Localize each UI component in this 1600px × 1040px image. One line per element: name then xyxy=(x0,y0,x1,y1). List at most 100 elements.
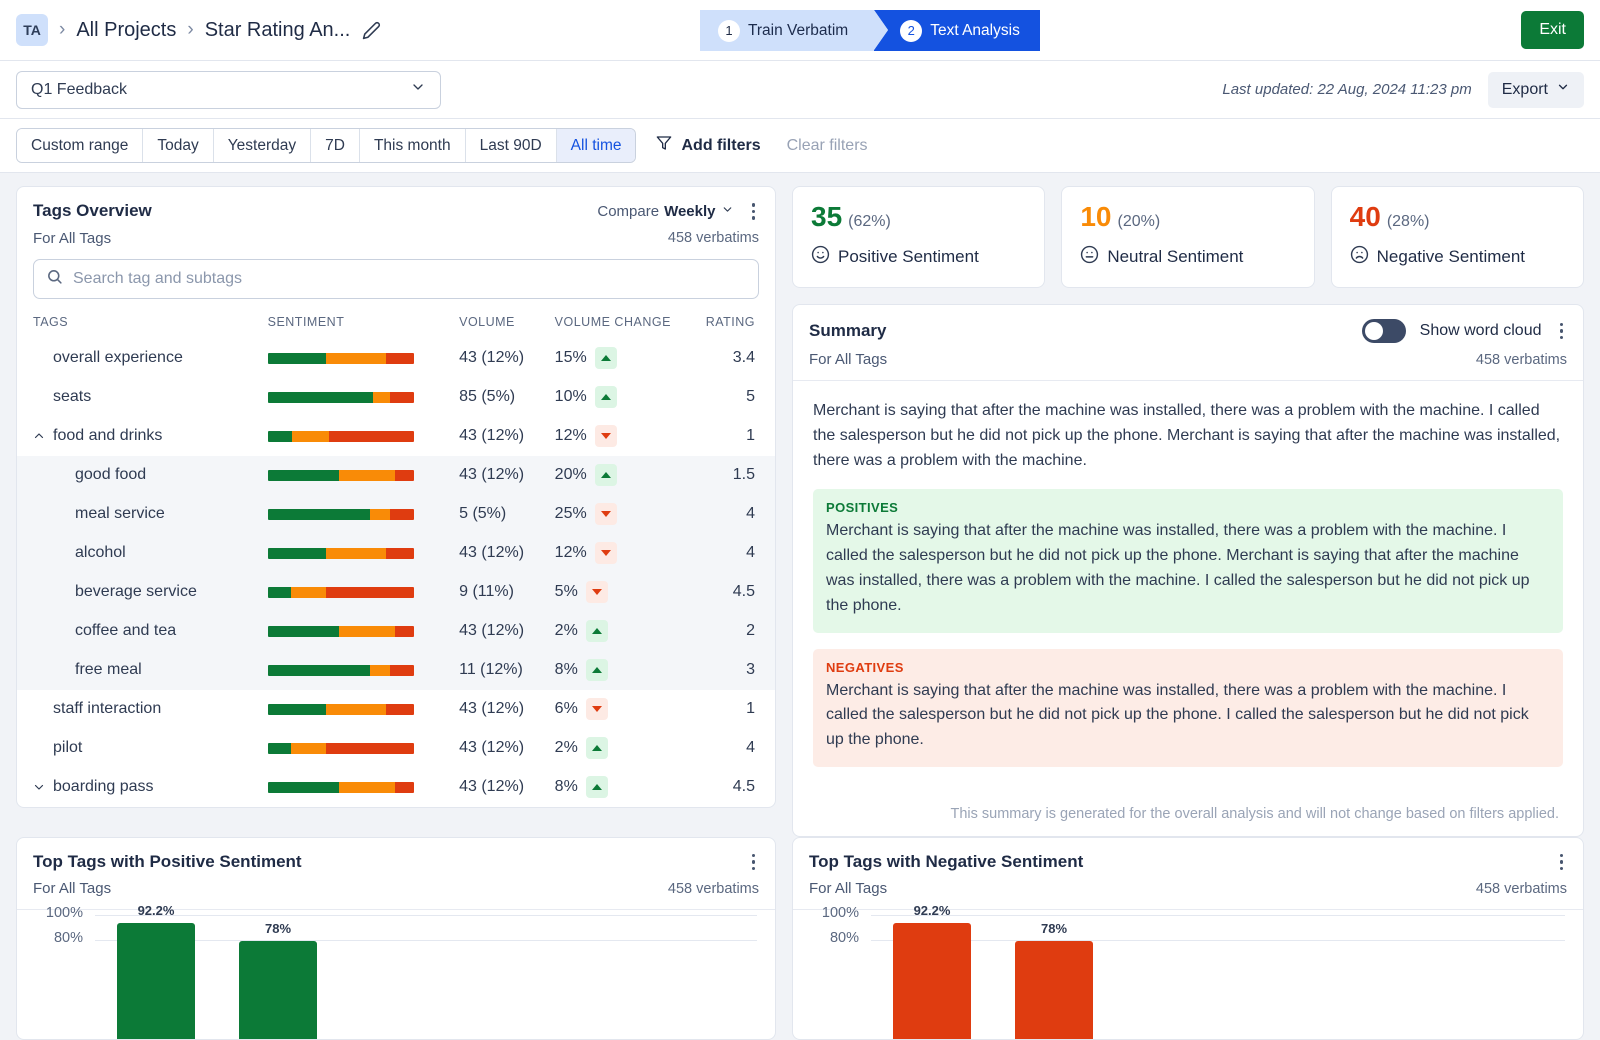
volume-change-value: 10% xyxy=(555,388,587,406)
table-row[interactable]: seats85 (5%)10%5 xyxy=(17,378,775,417)
negative-sentiment-card[interactable]: 40(28%) Negative Sentiment xyxy=(1331,186,1584,288)
sentiment-bar-negative xyxy=(395,782,414,793)
volume-value: 43 (12%) xyxy=(459,544,524,561)
volume-change-value: 12% xyxy=(555,544,587,562)
right-column: 35(62%) Positive Sentiment 10(20%) xyxy=(792,186,1584,837)
table-row[interactable]: alcohol43 (12%)12%4 xyxy=(17,534,775,573)
neutral-sentiment-value: 10 xyxy=(1080,201,1111,232)
top-negative-tags-menu-icon[interactable] xyxy=(1556,852,1568,873)
sentiment-bar-neutral xyxy=(326,548,386,559)
trend-down-icon xyxy=(586,581,608,603)
tag-name: free meal xyxy=(75,661,142,679)
summary-verbatims: 458 verbatims xyxy=(1476,352,1567,368)
compare-dropdown[interactable]: Compare Weekly xyxy=(597,203,733,220)
tags-overview-verbatims: 458 verbatims xyxy=(668,230,759,246)
rating-value: 1 xyxy=(746,427,755,444)
chart-bar[interactable]: 78% xyxy=(1015,941,1093,1039)
step-1-number: 1 xyxy=(718,20,740,42)
chart-bar[interactable]: 92.2% xyxy=(117,923,195,1039)
chart-bar[interactable]: 92.2% xyxy=(893,923,971,1039)
add-filters-button[interactable]: Add filters xyxy=(656,135,760,156)
smile-icon xyxy=(811,245,830,269)
tag-search[interactable] xyxy=(33,259,759,299)
summary-disclaimer: This summary is generated for the overal… xyxy=(813,784,1563,836)
clear-filters-button[interactable]: Clear filters xyxy=(787,137,868,155)
trend-down-icon xyxy=(595,425,617,447)
top-positive-tags-subtitle: For All Tags xyxy=(33,880,111,897)
workspace-avatar[interactable]: TA xyxy=(16,14,48,46)
table-row[interactable]: boarding pass43 (12%)8%4.5 xyxy=(17,768,775,807)
chart-bar-label: 78% xyxy=(265,921,291,936)
sentiment-bar-neutral xyxy=(370,665,390,676)
dataset-bar: Q1 Feedback Last updated: 22 Aug, 2024 1… xyxy=(0,61,1600,119)
neutral-sentiment-card[interactable]: 10(20%) Neutral Sentiment xyxy=(1061,186,1314,288)
sentiment-bar-positive xyxy=(268,470,340,481)
chevron-down-icon[interactable] xyxy=(33,781,45,793)
sentiment-bar-positive xyxy=(268,431,293,442)
search-icon xyxy=(46,268,63,290)
range-today[interactable]: Today xyxy=(143,129,213,162)
volume-change-value: 2% xyxy=(555,739,578,757)
table-row[interactable]: pilot43 (12%)2%4 xyxy=(17,729,775,768)
export-label: Export xyxy=(1502,81,1548,99)
breadcrumb-project-name[interactable]: Star Rating An... xyxy=(205,19,351,42)
tag-name: pilot xyxy=(53,739,82,757)
show-word-cloud-toggle[interactable] xyxy=(1362,319,1406,343)
rating-value: 3.4 xyxy=(733,349,755,366)
breadcrumb-all-projects[interactable]: All Projects xyxy=(76,19,176,42)
col-volume-change: VOLUME CHANGE xyxy=(555,309,706,339)
search-input[interactable] xyxy=(73,270,746,288)
y-axis-tick-label: 100% xyxy=(17,905,83,921)
step-2-number: 2 xyxy=(900,20,922,42)
range-all-time[interactable]: All time xyxy=(557,129,636,162)
volume-value: 43 (12%) xyxy=(459,700,524,717)
range-last-90d[interactable]: Last 90D xyxy=(466,129,557,162)
positive-sentiment-card[interactable]: 35(62%) Positive Sentiment xyxy=(792,186,1045,288)
trend-down-icon xyxy=(595,503,617,525)
top-negative-tags-subtitle: For All Tags xyxy=(809,880,887,897)
top-negative-tags-chart: 100%80%92.2%78% xyxy=(793,909,1583,1039)
table-row[interactable]: coffee and tea43 (12%)2%2 xyxy=(17,612,775,651)
table-row[interactable]: free meal11 (12%)8%3 xyxy=(17,651,775,690)
range-this-month[interactable]: This month xyxy=(360,129,466,162)
table-row[interactable]: beverage service9 (11%)5%4.5 xyxy=(17,573,775,612)
trend-down-icon xyxy=(586,698,608,720)
sentiment-bar xyxy=(268,626,414,637)
range-yesterday[interactable]: Yesterday xyxy=(214,129,311,162)
step-text-analysis[interactable]: 2 Text Analysis xyxy=(874,10,1040,51)
table-row[interactable]: good food43 (12%)20%1.5 xyxy=(17,456,775,495)
volume-value: 43 (12%) xyxy=(459,427,524,444)
top-positive-tags-menu-icon[interactable] xyxy=(748,852,760,873)
volume-value: 85 (5%) xyxy=(459,388,515,405)
rating-value: 4.5 xyxy=(733,583,755,600)
rating-value: 1.5 xyxy=(733,466,755,483)
sentiment-bar-negative xyxy=(395,470,414,481)
volume-change-value: 15% xyxy=(555,349,587,367)
table-row[interactable]: meal service5 (5%)25%4 xyxy=(17,495,775,534)
summary-menu-icon[interactable] xyxy=(1556,321,1568,342)
dataset-select[interactable]: Q1 Feedback xyxy=(16,71,441,109)
sentiment-bar xyxy=(268,587,414,598)
tags-overview-menu-icon[interactable] xyxy=(748,201,760,222)
top-negative-tags-card: Top Tags with Negative Sentiment For All… xyxy=(792,837,1584,1040)
left-column: Tags Overview Compare Weekly xyxy=(16,186,776,837)
chart-bar[interactable]: 78% xyxy=(239,941,317,1039)
chevron-up-icon[interactable] xyxy=(33,430,45,442)
table-row[interactable]: overall experience43 (12%)15%3.4 xyxy=(17,339,775,378)
volume-change-value: 25% xyxy=(555,505,587,523)
trend-up-icon xyxy=(586,620,608,642)
sentiment-bar-positive xyxy=(268,509,370,520)
export-button[interactable]: Export xyxy=(1488,72,1584,108)
table-row[interactable]: food and drinks43 (12%)12%1 xyxy=(17,417,775,456)
step-train-verbatim[interactable]: 1 Train Verbatim xyxy=(700,10,874,51)
sentiment-bar-positive xyxy=(268,353,326,364)
range-custom-range[interactable]: Custom range xyxy=(17,129,143,162)
summary-card: Summary Show word cloud For All Tags 458… xyxy=(792,304,1584,837)
pencil-icon[interactable] xyxy=(362,21,381,40)
compare-label: Compare xyxy=(597,203,659,220)
sentiment-bar xyxy=(268,353,414,364)
range-7d[interactable]: 7D xyxy=(311,129,360,162)
exit-button[interactable]: Exit xyxy=(1521,11,1584,49)
table-row[interactable]: staff interaction43 (12%)6%1 xyxy=(17,690,775,729)
trend-up-icon xyxy=(586,659,608,681)
